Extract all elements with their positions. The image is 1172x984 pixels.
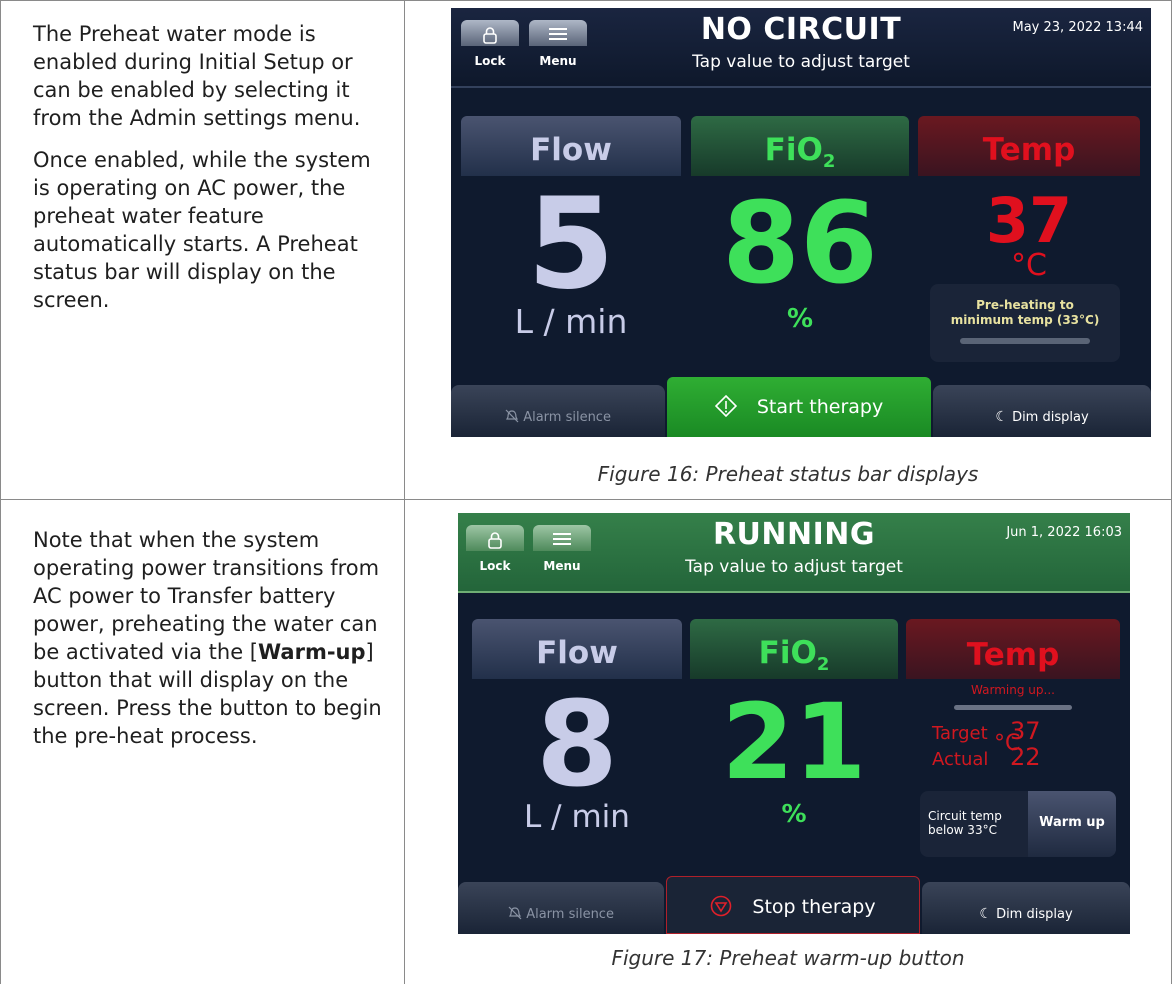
dim-display-content: ☾ Dim display (922, 906, 1130, 922)
flow-card[interactable]: Flow 8 L / min (472, 619, 682, 873)
start-therapy-icon (714, 394, 757, 418)
fio2-value: 86 (722, 179, 878, 309)
moon-icon: ☾ (995, 409, 1008, 425)
fio2-card[interactable]: FiO2 86 % (691, 116, 909, 378)
alarm-silence-label: Alarm silence (523, 410, 611, 425)
alarm-silence-icon (505, 409, 523, 425)
flow-title: Flow (530, 132, 612, 168)
dim-display-button[interactable]: ☾ Dim display (933, 385, 1151, 437)
temp-unit: °C (1011, 248, 1047, 283)
moon-icon: ☾ (979, 906, 992, 922)
table-border-middle (404, 0, 405, 984)
alarm-silence-icon (508, 906, 526, 922)
flow-card[interactable]: Flow 5 L / min (461, 116, 681, 378)
alarm-silence-content: Alarm silence (451, 409, 665, 425)
flow-unit: L / min (514, 302, 628, 341)
row1-paragraph-2: Once enabled, while the system is operat… (33, 148, 371, 312)
temp-card[interactable]: Temp 37 °C Pre-heating to minimum temp (… (918, 116, 1140, 378)
stop-icon (710, 895, 752, 918)
dim-display-button[interactable]: ☾ Dim display (922, 882, 1130, 934)
circuit-temp-line-2: below 33°C (928, 823, 997, 837)
row1-text: The Preheat water mode is enabled during… (33, 20, 373, 314)
start-therapy-label: Start therapy (756, 396, 884, 418)
fio2-unit: % (781, 799, 807, 828)
table-border-left (0, 0, 1, 984)
alarm-silence-label: Alarm silence (526, 907, 614, 922)
actual-label: Actual (932, 749, 989, 770)
warm-up-button[interactable]: Warm up (1028, 791, 1116, 857)
datetime: Jun 1, 2022 16:03 (1006, 525, 1122, 540)
temp-value: 37 (985, 184, 1073, 257)
preheat-status-panel: Pre-heating to minimum temp (33°C) (930, 284, 1120, 362)
temp-title: Temp (982, 132, 1076, 168)
fio2-title-subscript: 2 (822, 151, 836, 173)
fio2-title-text: FiO (758, 635, 817, 671)
alarm-silence-button[interactable]: Alarm silence (451, 385, 665, 437)
dim-display-label: Dim display (996, 907, 1073, 922)
fio2-value: 21 (721, 681, 867, 803)
row2-paragraph: Note that when the system operating powe… (33, 526, 383, 750)
stop-therapy-label: Stop therapy (752, 896, 876, 918)
warmup-panel: Circuit temp below 33°C Warm up (920, 791, 1116, 857)
top-bar: Lock Menu NO CIRCUIT Tap value to adjust… (451, 8, 1151, 88)
fio2-title-text: FiO (764, 132, 823, 168)
alarm-silence-content: Alarm silence (458, 906, 664, 922)
device-screen-figure17: Lock Menu RUNNING Tap value to adjust ta… (458, 513, 1130, 934)
figure16-caption: Figure 16: Preheat status bar displays (597, 462, 979, 486)
table-row-divider (0, 499, 1172, 500)
flow-value: 5 (527, 170, 615, 317)
flow-value: 8 (535, 675, 619, 813)
flow-unit: L / min (524, 799, 630, 835)
row2-text: Note that when the system operating powe… (33, 526, 383, 750)
warm-up-label: Warm up (1039, 815, 1105, 830)
fio2-card[interactable]: FiO2 21 % (690, 619, 898, 873)
fio2-title: FiO2 (691, 132, 909, 172)
dim-display-label: Dim display (1012, 410, 1089, 425)
table-border-top (0, 0, 1172, 1)
fio2-title: FiO2 (690, 635, 898, 675)
row1-paragraph-1: The Preheat water mode is enabled during… (33, 22, 361, 130)
warming-progress-bar (954, 705, 1072, 710)
start-therapy-button[interactable]: Start therapy (667, 377, 931, 437)
figure17-caption: Figure 17: Preheat warm-up button (611, 946, 965, 970)
datetime: May 23, 2022 13:44 (1012, 20, 1144, 35)
stop-therapy-button[interactable]: Stop therapy (666, 876, 920, 934)
stop-therapy-content: Stop therapy (667, 895, 919, 918)
alarm-silence-button[interactable]: Alarm silence (458, 882, 664, 934)
temp-card[interactable]: Temp Warming up... Target 37 °C Actual 2… (906, 619, 1120, 873)
preheat-line-1: Pre-heating to (976, 298, 1074, 312)
device-screen-figure16: Lock Menu NO CIRCUIT Tap value to adjust… (451, 8, 1151, 437)
temp-title: Temp (966, 637, 1060, 673)
circuit-temp-line-1: Circuit temp (928, 809, 1002, 823)
warming-up-text: Warming up... (971, 683, 1055, 697)
start-therapy-content: Start therapy (667, 394, 931, 418)
status-subtitle: Tap value to adjust target (692, 52, 910, 72)
flow-title: Flow (536, 635, 618, 671)
actual-value: 22 (1010, 743, 1041, 771)
preheat-line-2: minimum temp (33°C) (950, 313, 1100, 327)
warm-up-reference: Warm-up (258, 640, 366, 664)
status-subtitle: Tap value to adjust target (685, 557, 903, 577)
dim-display-content: ☾ Dim display (933, 409, 1151, 425)
fio2-title-subscript: 2 (816, 654, 830, 676)
fio2-unit: % (786, 304, 814, 334)
preheat-progress-bar (960, 338, 1090, 344)
top-bar: Lock Menu RUNNING Tap value to adjust ta… (458, 513, 1130, 593)
target-label: Target (932, 723, 988, 744)
